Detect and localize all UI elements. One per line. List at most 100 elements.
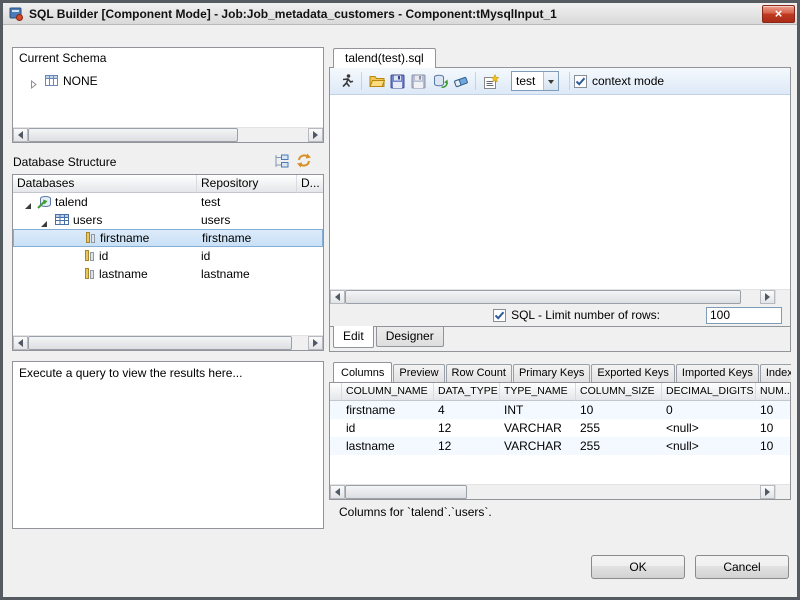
editor-mode-tabs: Edit Designer — [330, 326, 790, 351]
tree-item-id[interactable]: id id — [13, 247, 323, 265]
current-schema-title: Current Schema — [19, 51, 106, 65]
scroll-thumb[interactable] — [345, 290, 741, 304]
results-placeholder: Execute a query to view the results here… — [13, 362, 323, 384]
column-header-repository[interactable]: Repository — [197, 175, 297, 193]
context-mode-checkbox[interactable] — [574, 75, 587, 88]
tree-item-talend[interactable]: talend test — [13, 193, 323, 211]
scroll-left-button[interactable] — [330, 485, 345, 499]
scroll-right-button[interactable] — [308, 128, 323, 142]
tree-item-label: lastname — [99, 265, 148, 283]
column-header-decimal-digits[interactable]: DECIMAL_DIGITS — [662, 383, 756, 401]
tab-edit[interactable]: Edit — [333, 326, 374, 348]
details-tabs: Columns Preview Row Count Primary Keys E… — [333, 361, 791, 382]
column-header-data-type[interactable]: DATA_TYPE — [434, 383, 500, 401]
column-icon — [83, 267, 95, 285]
collapse-all-icon — [273, 154, 289, 168]
run-query-button[interactable] — [336, 71, 357, 92]
tree-table-header: Databases Repository D... — [13, 175, 323, 193]
tree-item-label: talend — [55, 193, 88, 211]
guess-query-button[interactable] — [480, 71, 501, 92]
cell-data-type: 12 — [434, 437, 500, 455]
cell-column-size: 10 — [576, 401, 662, 419]
tab-indexes[interactable]: Indexes — [760, 364, 791, 382]
tree-item-users[interactable]: users users — [13, 211, 323, 229]
sql-editor-area[interactable] — [330, 95, 790, 289]
table-row[interactable]: lastname 12 VARCHAR 255 <null> 10 — [330, 437, 790, 455]
limit-rows-input[interactable] — [706, 307, 782, 324]
scroll-right-button[interactable] — [760, 290, 775, 304]
tab-designer[interactable]: Designer — [376, 327, 444, 347]
column-header-blank[interactable] — [330, 383, 342, 401]
window-title: SQL Builder [Component Mode] - Job:Job_m… — [29, 3, 557, 25]
tree-item-repository: test — [201, 193, 220, 211]
database-structure-title: Database Structure — [13, 155, 116, 169]
tab-imported-keys[interactable]: Imported Keys — [676, 364, 759, 382]
horizontal-scrollbar[interactable] — [330, 289, 775, 304]
save-button[interactable] — [387, 71, 408, 92]
tab-primary-keys[interactable]: Primary Keys — [513, 364, 590, 382]
tab-columns[interactable]: Columns — [333, 362, 392, 382]
column-icon — [84, 231, 96, 248]
tab-preview[interactable]: Preview — [393, 364, 444, 382]
cell-column-size: 255 — [576, 437, 662, 455]
expand-arrow-icon[interactable] — [29, 76, 38, 94]
scroll-thumb[interactable] — [345, 485, 467, 499]
editor-toolbar: test context mode — [330, 68, 790, 95]
app-icon — [9, 7, 23, 21]
limit-rows-checkbox[interactable] — [493, 309, 506, 322]
context-mode-label[interactable]: context mode — [592, 74, 664, 88]
horizontal-scrollbar[interactable] — [330, 484, 775, 499]
table-row[interactable]: id 12 VARCHAR 255 <null> 10 — [330, 419, 790, 437]
cell-num: 10 — [756, 437, 790, 455]
horizontal-scrollbar[interactable] — [13, 335, 323, 350]
tab-row-count[interactable]: Row Count — [446, 364, 512, 382]
checkmark-icon — [575, 76, 586, 87]
limit-rows-label[interactable]: SQL - Limit number of rows: — [511, 308, 660, 322]
column-header-num[interactable]: NUM... — [756, 383, 790, 401]
tree-item-label: firstname — [100, 230, 149, 246]
tree-item-repository: users — [201, 211, 230, 229]
status-text: Columns for `talend`.`users`. — [339, 505, 492, 519]
context-combo[interactable]: test — [511, 71, 559, 91]
collapse-all-button[interactable] — [271, 152, 291, 170]
results-panel: Execute a query to view the results here… — [12, 361, 324, 529]
open-button[interactable] — [366, 71, 387, 92]
scroll-right-button[interactable] — [308, 336, 323, 350]
editor-file-tab[interactable]: talend(test).sql — [333, 48, 436, 68]
tree-item-firstname[interactable]: firstname firstname — [13, 229, 323, 247]
column-header-truncated[interactable]: D... — [297, 175, 323, 193]
eraser-icon — [453, 74, 469, 88]
scroll-thumb[interactable] — [28, 336, 292, 350]
column-header-databases[interactable]: Databases — [13, 175, 197, 193]
table-row[interactable]: firstname 4 INT 10 0 10 — [330, 401, 790, 419]
tree-item-label: NONE — [63, 72, 98, 90]
refresh-button[interactable] — [294, 151, 314, 169]
cell-column-name: lastname — [342, 437, 434, 455]
scroll-left-button[interactable] — [13, 128, 28, 142]
column-header-column-name[interactable]: COLUMN_NAME — [342, 383, 434, 401]
close-button[interactable]: × — [762, 5, 795, 23]
limit-rows-bar: SQL - Limit number of rows: — [330, 304, 790, 326]
tab-exported-keys[interactable]: Exported Keys — [591, 364, 675, 382]
tree-item-lastname[interactable]: lastname lastname — [13, 265, 323, 283]
tree-rows: talend test users users firstname firstn… — [13, 193, 323, 283]
tree-item-label: id — [99, 247, 108, 265]
scroll-right-button[interactable] — [760, 485, 775, 499]
schema-icon — [45, 74, 59, 92]
chevron-down-icon[interactable] — [543, 72, 558, 90]
refresh-connection-button[interactable] — [429, 71, 450, 92]
column-header-type-name[interactable]: TYPE_NAME — [500, 383, 576, 401]
ok-button[interactable]: OK — [591, 555, 685, 579]
clear-button[interactable] — [450, 71, 471, 92]
cancel-button[interactable]: Cancel — [695, 555, 789, 579]
scroll-left-button[interactable] — [13, 336, 28, 350]
tree-item-none[interactable]: NONE — [13, 72, 323, 90]
scroll-thumb[interactable] — [28, 128, 238, 142]
column-header-column-size[interactable]: COLUMN_SIZE — [576, 383, 662, 401]
sql-builder-dialog: SQL Builder [Component Mode] - Job:Job_m… — [0, 0, 800, 600]
title-bar[interactable]: SQL Builder [Component Mode] - Job:Job_m… — [3, 3, 797, 25]
horizontal-scrollbar[interactable] — [13, 127, 323, 142]
scroll-left-button[interactable] — [330, 290, 345, 304]
save-as-button[interactable] — [408, 71, 429, 92]
sql-editor-frame: test context mode SQL - Limi — [329, 67, 791, 352]
